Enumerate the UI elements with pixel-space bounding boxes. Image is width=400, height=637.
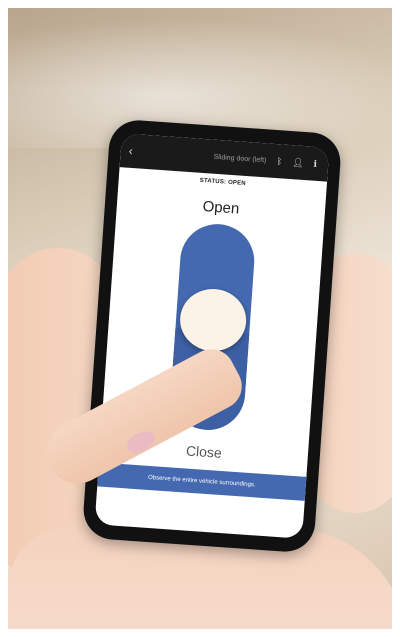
phone-screen: ‹ Sliding door (left) ᛒ 👤︎ ℹ STATUS: OPE…: [94, 133, 330, 539]
chevron-left-icon[interactable]: ‹: [128, 144, 139, 158]
bluetooth-icon: ᛒ: [276, 156, 283, 167]
photo-background: ‹ Sliding door (left) ᛒ 👤︎ ℹ STATUS: OPE…: [8, 8, 392, 629]
smartphone: ‹ Sliding door (left) ᛒ 👤︎ ℹ STATUS: OPE…: [81, 118, 343, 554]
app-title: Sliding door (left): [213, 153, 267, 164]
open-label: Open: [202, 198, 240, 218]
person-icon[interactable]: 👤︎: [292, 157, 304, 168]
safety-notice-banner: Observe the entire vehicle surroundings.: [97, 462, 307, 501]
safety-notice-text: Observe the entire vehicle surroundings.: [147, 474, 256, 489]
info-icon[interactable]: ℹ: [310, 158, 321, 169]
